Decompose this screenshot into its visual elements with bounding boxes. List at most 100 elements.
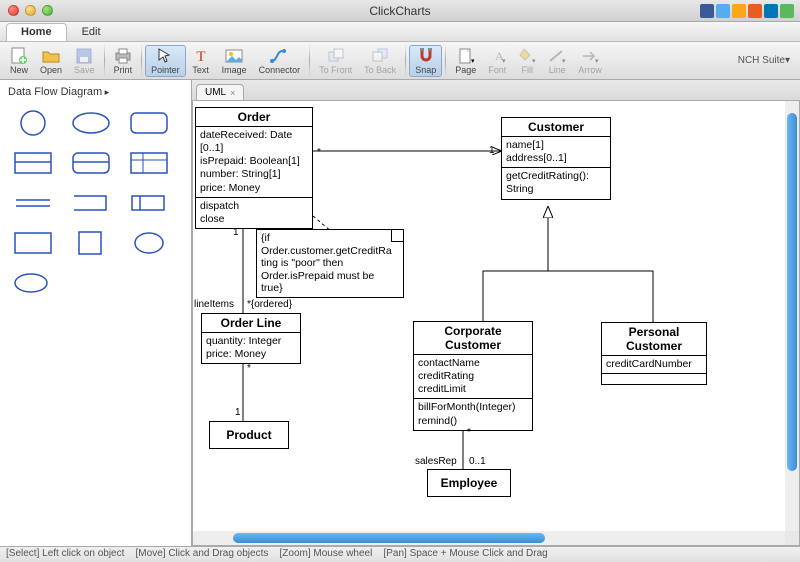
shape-oval-sm[interactable] (124, 228, 174, 258)
plus-icon[interactable] (780, 4, 794, 18)
shape-table[interactable] (124, 148, 174, 178)
close-window-button[interactable] (8, 5, 19, 16)
svg-text:▾: ▾ (562, 58, 566, 65)
uml-note[interactable]: {if Order.customer.getCreditRa ting is "… (256, 229, 404, 298)
titlebar: ClickCharts (0, 0, 800, 22)
uml-class-corporate[interactable]: Corporate Customer contactName creditRat… (413, 321, 533, 431)
social-links (700, 4, 794, 18)
shape-square[interactable] (66, 228, 116, 258)
tab-home[interactable]: Home (6, 23, 67, 41)
open-button[interactable]: Open (34, 45, 68, 77)
pointer-icon (156, 47, 174, 65)
stumble-icon[interactable] (748, 4, 762, 18)
shape-rounded-split[interactable] (66, 148, 116, 178)
uml-ops: getCreditRating(): String (502, 168, 610, 198)
pointer-button[interactable]: Pointer (145, 45, 186, 77)
tab-edit[interactable]: Edit (67, 23, 116, 41)
shape-circle[interactable] (8, 108, 58, 138)
facebook-icon[interactable] (700, 4, 714, 18)
uml-class-customer[interactable]: Customer name[1] address[0..1] getCredit… (501, 117, 611, 200)
close-tab-icon[interactable]: × (230, 88, 235, 98)
uml-attrs: contactName creditRating creditLimit (414, 355, 532, 399)
status-move: [Move] Click and Drag objects (136, 548, 269, 559)
arrow-icon: ▾ (581, 47, 599, 65)
text-button[interactable]: TText (186, 45, 216, 77)
text-icon: T (192, 47, 210, 65)
role-label: lineItems (194, 299, 234, 310)
shape-palette (4, 104, 187, 302)
uml-ops (602, 374, 706, 384)
shape-halfrect[interactable] (8, 148, 58, 178)
snap-icon (417, 47, 435, 65)
shape-oval2[interactable] (8, 268, 58, 298)
arrow-button[interactable]: ▾Arrow (572, 45, 608, 77)
uml-title: Corporate Customer (414, 322, 532, 355)
maximize-window-button[interactable] (42, 5, 53, 16)
uml-attrs: creditCardNumber (602, 356, 706, 374)
shape-doublebar[interactable] (8, 188, 58, 218)
uml-attrs: quantity: Integer price: Money (202, 333, 300, 363)
save-icon (75, 47, 93, 65)
page-icon: ▾ (457, 47, 475, 65)
multiplicity: * (467, 427, 471, 438)
uml-title: Order Line (202, 314, 300, 333)
nch-suite-link[interactable]: NCH Suite ▾ (738, 42, 796, 79)
fill-button[interactable]: ▾Fill (512, 45, 542, 77)
canvas-area: UML × (192, 80, 800, 546)
shape-siderect[interactable] (124, 188, 174, 218)
role-label: salesRep (415, 456, 457, 467)
fill-icon: ▾ (518, 47, 536, 65)
folder-icon (42, 47, 60, 65)
image-button[interactable]: Image (216, 45, 253, 77)
share-icon[interactable] (732, 4, 746, 18)
shape-rounded-rect[interactable] (124, 108, 174, 138)
new-button[interactable]: New (4, 45, 34, 77)
doc-tab-label: UML (205, 87, 226, 98)
horizontal-scrollbar[interactable] (193, 531, 785, 545)
vertical-scrollbar[interactable] (785, 101, 799, 531)
multiplicity: * (247, 363, 251, 374)
uml-class-personal[interactable]: Personal Customer creditCardNumber (601, 322, 707, 385)
multiplicity: 1 (489, 145, 495, 156)
uml-title: Employee (428, 470, 510, 496)
doc-tab-uml[interactable]: UML × (196, 84, 244, 100)
sidebar-category[interactable]: Data Flow Diagram (4, 84, 187, 104)
shape-rect[interactable] (8, 228, 58, 258)
multiplicity: *{ordered} (247, 299, 292, 310)
uml-class-employee[interactable]: Employee (427, 469, 511, 497)
tofront-icon (327, 47, 345, 65)
svg-text:▾: ▾ (595, 58, 599, 65)
snap-button[interactable]: Snap (409, 45, 442, 77)
font-button[interactable]: A▾Font (482, 45, 512, 77)
sidebar: Data Flow Diagram (0, 80, 192, 546)
uml-class-order[interactable]: Order dateReceived: Date [0..1] isPrepai… (195, 107, 313, 229)
window-controls (0, 5, 53, 16)
toback-icon (371, 47, 389, 65)
uml-ops: billForMonth(Integer) remind() (414, 399, 532, 429)
shape-ellipse[interactable] (66, 108, 116, 138)
uml-ops: dispatch close (196, 198, 312, 228)
toback-button[interactable]: To Back (358, 45, 402, 77)
uml-title: Customer (502, 118, 610, 137)
save-button[interactable]: Save (68, 45, 101, 77)
uml-title: Personal Customer (602, 323, 706, 356)
font-icon: A▾ (488, 47, 506, 65)
uml-class-product[interactable]: Product (209, 421, 289, 449)
shape-openrect[interactable] (66, 188, 116, 218)
tofront-button[interactable]: To Front (313, 45, 358, 77)
new-icon (10, 47, 28, 65)
minimize-window-button[interactable] (25, 5, 36, 16)
twitter-icon[interactable] (716, 4, 730, 18)
svg-text:▾: ▾ (502, 58, 506, 65)
connector-button[interactable]: Connector (253, 45, 307, 77)
line-button[interactable]: ▾Line (542, 45, 572, 77)
line-icon: ▾ (548, 47, 566, 65)
multiplicity: * (317, 147, 321, 158)
canvas[interactable]: Order dateReceived: Date [0..1] isPrepai… (193, 101, 785, 531)
page-button[interactable]: ▾Page (449, 45, 482, 77)
uml-class-orderline[interactable]: Order Line quantity: Integer price: Mone… (201, 313, 301, 364)
print-button[interactable]: Print (108, 45, 139, 77)
status-pan: [Pan] Space + Mouse Click and Drag (383, 548, 547, 559)
uml-attrs: name[1] address[0..1] (502, 137, 610, 168)
linkedin-icon[interactable] (764, 4, 778, 18)
